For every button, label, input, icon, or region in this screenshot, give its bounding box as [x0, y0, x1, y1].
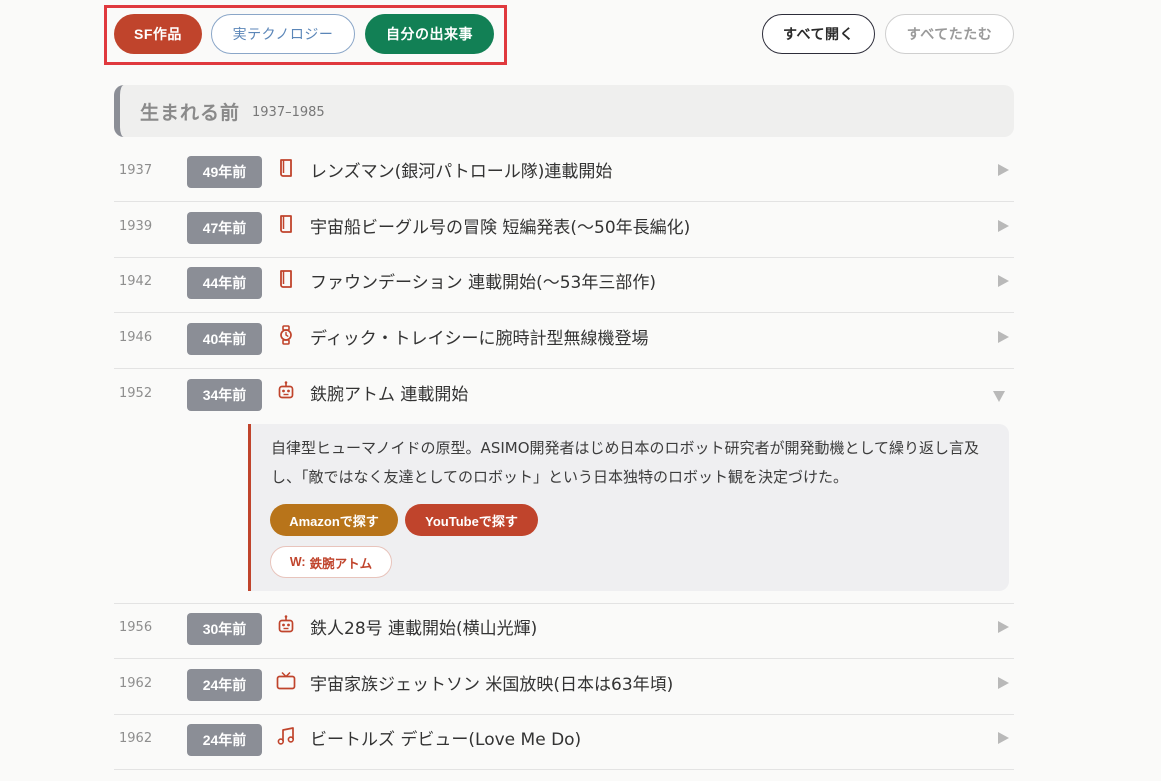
event-year: 1942: [119, 274, 153, 289]
event-detail-panel: 自律型ヒューマノイドの原型。ASIMO開発者はじめ日本のロボット研究者が開発動機…: [248, 424, 1009, 591]
timeline-row[interactable]: 1946 40年前 ディック・トレイシーに腕時計型無線機登場: [114, 314, 1014, 369]
book-icon: [280, 159, 292, 177]
event-title: ディック・トレイシーに腕時計型無線機登場: [310, 329, 649, 349]
wikipedia-link-button[interactable]: W: 鉄腕アトム: [270, 546, 392, 578]
expand-arrow-icon[interactable]: [998, 621, 1009, 633]
youtube-search-button[interactable]: YouTubeで探す: [405, 504, 538, 536]
expand-arrow-icon[interactable]: [998, 331, 1009, 343]
expand-arrow-icon[interactable]: [998, 164, 1009, 176]
timeline-row[interactable]: 1942 44年前 ファウンデーション 連載開始(〜53年三部作): [114, 258, 1014, 313]
wikipedia-prefix: W:: [289, 555, 306, 569]
event-year: 1952: [119, 386, 153, 401]
robot-icon: [278, 615, 294, 633]
years-ago-badge: 47年前: [187, 212, 262, 244]
amazon-search-button[interactable]: Amazonで探す: [270, 504, 398, 536]
era-header[interactable]: 生まれる前 1937–1985: [114, 85, 1014, 137]
event-year: 1939: [119, 219, 153, 234]
collapse-all-button[interactable]: すべてたたむ: [885, 14, 1014, 54]
tv-icon: [276, 671, 296, 690]
timeline-row[interactable]: 1937 49年前 レンズマン(銀河パトロール隊)連載開始: [114, 147, 1014, 202]
expand-arrow-icon[interactable]: [998, 220, 1009, 232]
era-title: 生まれる前: [140, 101, 241, 124]
years-ago-badge: 40年前: [187, 323, 262, 355]
timeline-row[interactable]: 1962 24年前 ビートルズ デビュー(Love Me Do): [114, 715, 1014, 770]
book-icon: [280, 270, 292, 288]
era-range: 1937–1985: [252, 105, 325, 120]
wikipedia-link-label: 鉄腕アトム: [309, 556, 373, 571]
event-title: レンズマン(銀河パトロール隊)連載開始: [310, 162, 613, 182]
event-description: 自律型ヒューマノイドの原型。ASIMO開発者はじめ日本のロボット研究者が開発動機…: [271, 439, 980, 486]
music-icon: [277, 727, 294, 745]
years-ago-badge: 34年前: [187, 379, 262, 411]
years-ago-badge: 24年前: [187, 669, 262, 701]
robot-icon: [278, 381, 294, 399]
event-year: 1962: [119, 676, 153, 691]
watch-icon: [280, 325, 292, 345]
event-title: 鉄人28号 連載開始(横山光輝): [310, 619, 538, 639]
expand-arrow-icon[interactable]: [998, 275, 1009, 287]
filter-my-events[interactable]: 自分の出来事: [365, 14, 494, 54]
years-ago-badge: 49年前: [187, 156, 262, 188]
expand-arrow-icon[interactable]: [998, 732, 1009, 744]
event-year: 1937: [119, 163, 153, 178]
timeline-row[interactable]: 1962 24年前 宇宙家族ジェットソン 米国放映(日本は63年頃): [114, 660, 1014, 715]
event-year: 1956: [119, 620, 153, 635]
years-ago-badge: 30年前: [187, 613, 262, 645]
event-title: ファウンデーション 連載開始(〜53年三部作): [310, 273, 656, 293]
filter-sf-works[interactable]: SF作品: [114, 14, 202, 54]
book-icon: [280, 215, 292, 233]
years-ago-badge: 44年前: [187, 267, 262, 299]
timeline-row[interactable]: 1939 47年前 宇宙船ビーグル号の冒険 短編発表(〜50年長編化): [114, 203, 1014, 258]
event-year: 1962: [119, 731, 153, 746]
event-title: 宇宙船ビーグル号の冒険 短編発表(〜50年長編化): [310, 218, 691, 238]
timeline-row[interactable]: 1956 30年前 鉄人28号 連載開始(横山光輝): [114, 604, 1014, 659]
event-title: ビートルズ デビュー(Love Me Do): [310, 730, 582, 750]
years-ago-badge: 24年前: [187, 724, 262, 756]
event-year: 1946: [119, 330, 153, 345]
timeline-page: SF作品 実テクノロジー 自分の出来事 すべて開く すべてたたむ 生まれる前 1…: [0, 0, 1161, 781]
filter-real-technology[interactable]: 実テクノロジー: [211, 14, 355, 54]
event-title: 宇宙家族ジェットソン 米国放映(日本は63年頃): [310, 675, 674, 695]
event-title: 鉄腕アトム 連載開始: [310, 385, 469, 405]
expand-arrow-icon[interactable]: [998, 677, 1009, 689]
expand-all-button[interactable]: すべて開く: [762, 14, 875, 54]
collapse-arrow-icon[interactable]: [993, 391, 1005, 402]
